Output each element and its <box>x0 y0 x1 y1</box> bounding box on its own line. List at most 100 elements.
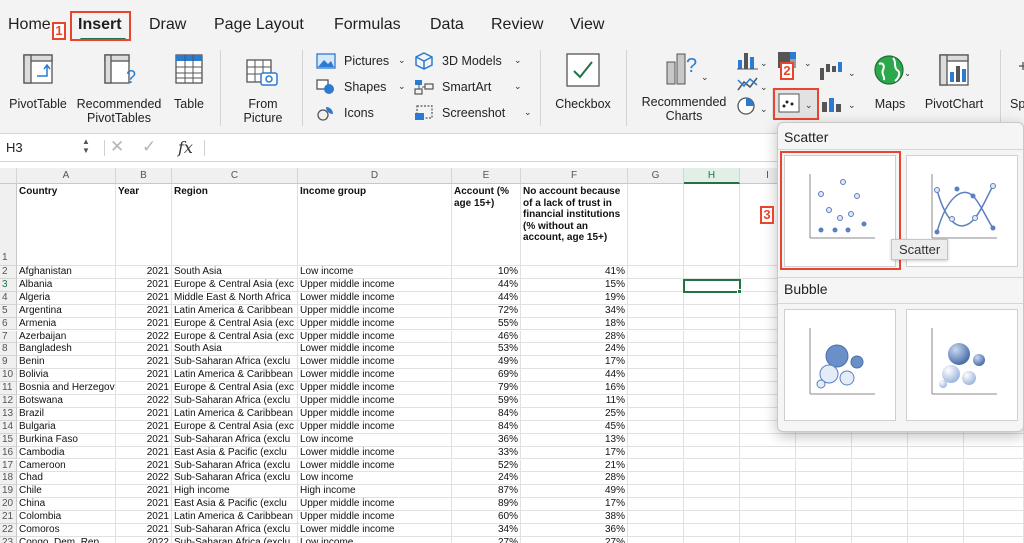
cell-region[interactable]: Latin America & Caribbean <box>172 304 298 318</box>
cell-h1[interactable] <box>684 184 740 266</box>
column-header-e[interactable]: E <box>452 168 521 184</box>
empty-cell[interactable] <box>964 485 1024 499</box>
row-header[interactable]: 10 <box>0 369 17 383</box>
cell-region[interactable]: Sub-Saharan Africa (exclu <box>172 472 298 486</box>
column-header-h[interactable]: H <box>684 168 740 184</box>
empty-cell[interactable] <box>628 395 684 408</box>
cell-country[interactable]: Bosnia and Herzegov <box>17 382 116 395</box>
cell-country[interactable]: Algeria <box>17 291 116 305</box>
cell-country[interactable]: Argentina <box>17 304 116 318</box>
cell-region[interactable]: Europe & Central Asia (exc <box>172 317 298 331</box>
column-header-a[interactable]: A <box>17 168 116 184</box>
cell-country[interactable]: Benin <box>17 356 116 370</box>
cell-income[interactable]: Lower middle income <box>298 343 452 357</box>
cell-income[interactable]: Upper middle income <box>298 511 452 524</box>
empty-cell[interactable] <box>908 536 964 543</box>
empty-cell[interactable] <box>740 498 796 512</box>
empty-cell[interactable] <box>684 485 740 499</box>
cell-account[interactable]: 33% <box>452 446 521 460</box>
cell-region[interactable]: Middle East & North Africa <box>172 291 298 305</box>
empty-cell[interactable] <box>740 485 796 499</box>
3d-models-button[interactable]: 3D Models ⌄ <box>414 52 524 72</box>
empty-cell[interactable] <box>740 524 796 537</box>
cell-year[interactable]: 2021 <box>116 369 172 383</box>
empty-cell[interactable] <box>684 498 740 512</box>
cell-income[interactable]: Low income <box>298 536 452 543</box>
cell-country[interactable]: Comoros <box>17 524 116 537</box>
empty-cell[interactable] <box>684 291 740 305</box>
cell-income[interactable]: Lower middle income <box>298 291 452 305</box>
empty-cell[interactable] <box>964 524 1024 537</box>
empty-cell[interactable] <box>684 511 740 524</box>
empty-cell[interactable] <box>684 524 740 537</box>
cell-income[interactable]: Lower middle income <box>298 524 452 537</box>
empty-cell[interactable] <box>796 446 852 460</box>
cell-income[interactable]: Low income <box>298 433 452 447</box>
empty-cell[interactable] <box>740 511 796 524</box>
empty-cell[interactable] <box>628 524 684 537</box>
cell-account[interactable]: 52% <box>452 459 521 473</box>
empty-cell[interactable] <box>684 382 740 395</box>
cell-year[interactable]: 2021 <box>116 291 172 305</box>
empty-cell[interactable] <box>684 420 740 434</box>
name-box-stepper-icon[interactable]: ▲ ▼ <box>82 137 90 155</box>
cell-region[interactable]: Europe & Central Asia (exc <box>172 420 298 434</box>
cell-income[interactable]: High income <box>298 485 452 499</box>
column-header-c[interactable]: C <box>172 168 298 184</box>
empty-cell[interactable] <box>628 472 684 486</box>
cell-income[interactable]: Low income <box>298 266 452 279</box>
empty-cell[interactable] <box>740 536 796 543</box>
empty-cell[interactable] <box>684 369 740 383</box>
cell-income[interactable]: Upper middle income <box>298 304 452 318</box>
pivotchart-button[interactable]: PivotChart <box>918 50 990 114</box>
3d-bubble-tile[interactable] <box>906 309 1018 421</box>
empty-cell[interactable] <box>908 498 964 512</box>
cell-no-account[interactable]: 11% <box>521 395 628 408</box>
cell-region[interactable]: East Asia & Pacific (exclu <box>172 446 298 460</box>
row-header[interactable]: 4 <box>0 291 17 305</box>
cell-no-account[interactable]: 17% <box>521 356 628 370</box>
row-header[interactable]: 13 <box>0 407 17 421</box>
cell-region[interactable]: Sub-Saharan Africa (exclu <box>172 395 298 408</box>
cell-income[interactable]: Upper middle income <box>298 330 452 344</box>
cell-account[interactable]: 27% <box>452 536 521 543</box>
cell-country[interactable]: Bulgaria <box>17 420 116 434</box>
recommended-pivottables-button[interactable]: ? Recommended PivotTables <box>72 50 166 130</box>
cell-no-account[interactable]: 25% <box>521 407 628 421</box>
empty-cell[interactable] <box>628 511 684 524</box>
cell-account[interactable]: 60% <box>452 511 521 524</box>
row-header[interactable]: 15 <box>0 433 17 447</box>
cell-country[interactable]: Albania <box>17 278 116 292</box>
cell-account[interactable]: 84% <box>452 407 521 421</box>
cell-region[interactable]: South Asia <box>172 266 298 279</box>
empty-cell[interactable] <box>684 407 740 421</box>
combo-chart-button[interactable]: ⌄ <box>818 92 858 120</box>
empty-cell[interactable] <box>740 433 796 447</box>
row-header[interactable]: 14 <box>0 420 17 434</box>
row-header-1[interactable]: 1 <box>0 184 17 266</box>
empty-cell[interactable] <box>684 330 740 344</box>
tab-view[interactable]: View <box>570 16 604 34</box>
fx-icon[interactable]: fx <box>178 138 193 157</box>
row-header[interactable]: 23 <box>0 536 17 543</box>
cell-year[interactable]: 2021 <box>116 420 172 434</box>
empty-cell[interactable] <box>684 472 740 486</box>
row-header[interactable]: 3 <box>0 278 17 292</box>
column-header-d[interactable]: D <box>298 168 452 184</box>
cell-region[interactable]: Sub-Saharan Africa (exclu <box>172 356 298 370</box>
cell-account[interactable]: 89% <box>452 498 521 512</box>
cell-no-account[interactable]: 17% <box>521 446 628 460</box>
empty-cell[interactable] <box>964 498 1024 512</box>
cell-country[interactable]: Burkina Faso <box>17 433 116 447</box>
pie-chart-button[interactable]: ⌄ <box>736 96 768 118</box>
header-cell-country[interactable]: Country <box>17 184 116 266</box>
empty-cell[interactable] <box>684 356 740 370</box>
from-picture-button[interactable]: ⌄ From Picture <box>232 50 294 130</box>
select-all-corner[interactable] <box>0 168 17 184</box>
cell-income[interactable]: Upper middle income <box>298 407 452 421</box>
cell-region[interactable]: Sub-Saharan Africa (exclu <box>172 536 298 543</box>
empty-cell[interactable] <box>740 472 796 486</box>
empty-cell[interactable] <box>964 459 1024 473</box>
empty-cell[interactable] <box>964 433 1024 447</box>
cell-no-account[interactable]: 15% <box>521 278 628 292</box>
